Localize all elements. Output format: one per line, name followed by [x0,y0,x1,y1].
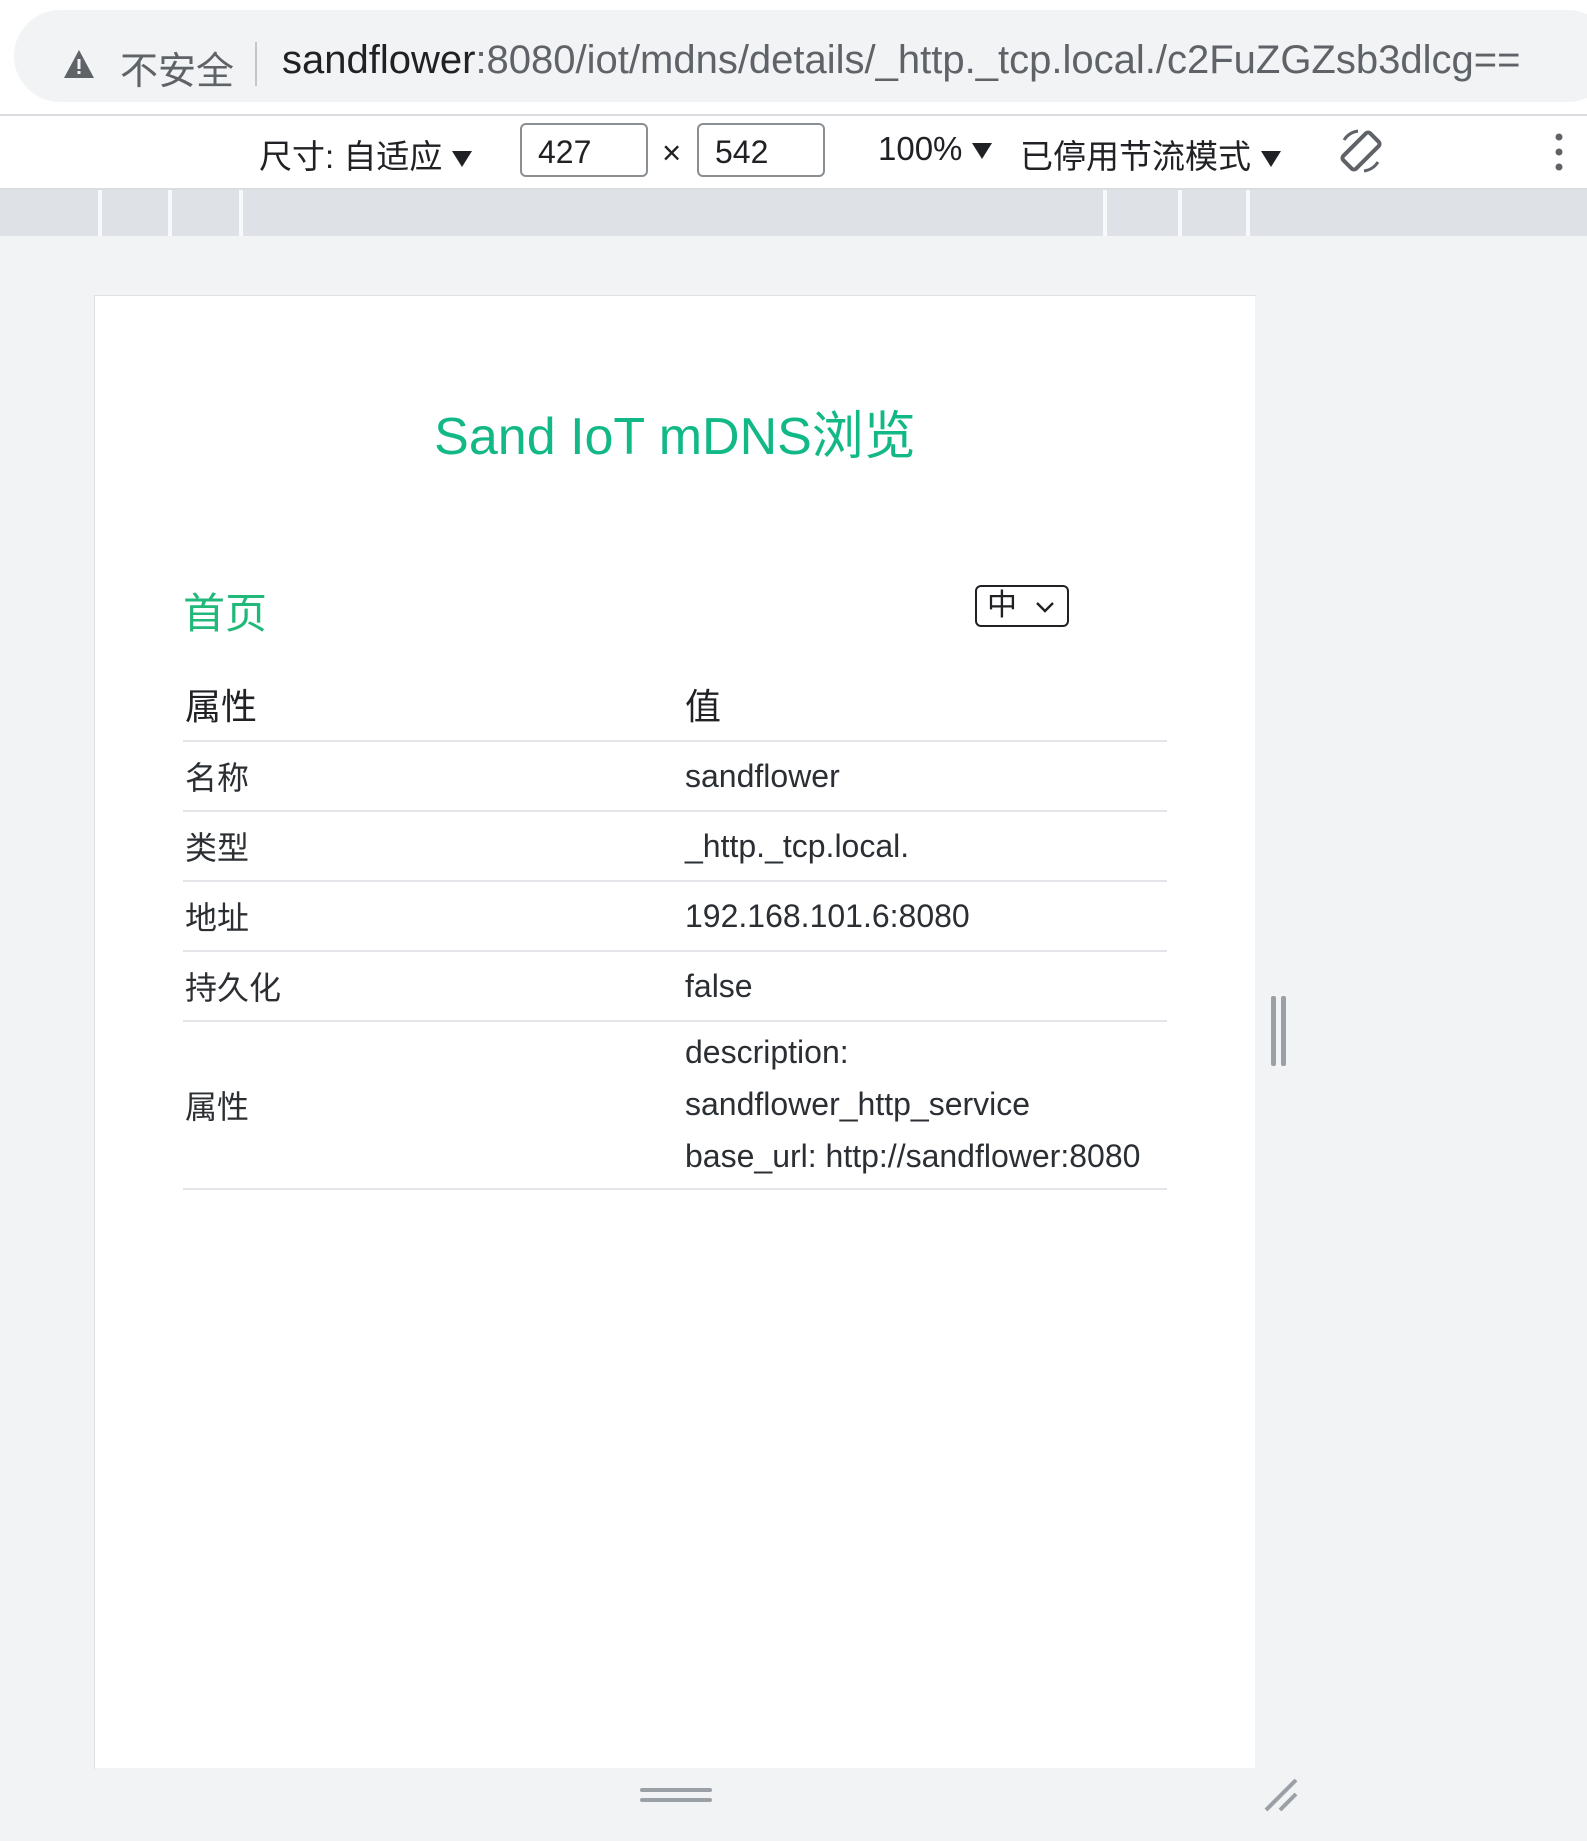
row-value: 192.168.101.6:8080 [675,881,1167,952]
zoom-dropdown[interactable]: 100% [878,130,993,168]
browser-address-bar: 不安全 sandflower:8080/iot/mdns/details/_ht… [0,0,1587,116]
url-path: :8080/iot/mdns/details/_http._tcp.local.… [475,38,1521,82]
language-value: 中 [987,589,1017,622]
url-text[interactable]: sandflower:8080/iot/mdns/details/_http._… [282,38,1520,83]
emulated-viewport: Sand IoT mDNS浏览 首页 中 属性 值 名称 sandflower … [95,296,1255,1768]
home-link[interactable]: 首页 [183,580,267,641]
row-key: 属性 [183,1021,675,1190]
dimensions-dropdown[interactable]: 尺寸: 自适应 [259,130,473,178]
throttling-dropdown[interactable]: 已停用节流模式 [1020,130,1281,178]
properties-value: description: sandflower_http_service bas… [675,1021,1167,1190]
row-key: 类型 [183,811,675,882]
ruler-divider [239,190,243,236]
row-key: 持久化 [183,951,675,1022]
ruler-divider [1103,190,1107,236]
table-row: 持久化 false [183,951,1167,1022]
grip-line [640,1798,712,1802]
ruler-divider [1246,190,1250,236]
caret-down-icon [972,143,993,160]
grip-line [1271,996,1276,1066]
table-row: 名称 sandflower [183,741,1167,812]
warning-icon[interactable] [62,48,96,80]
dimensions-label: 尺寸: 自适应 [259,138,443,175]
row-value: _http._tcp.local. [675,811,1167,882]
bottom-resize-handle[interactable] [95,1768,1307,1820]
more-icon[interactable] [1555,132,1563,172]
ruler-divider [1178,190,1182,236]
row-value: sandflower [675,741,1167,812]
zoom-label: 100% [878,130,963,167]
ruler-divider [98,190,102,236]
width-input[interactable]: 427 [520,123,648,177]
table-header-row: 属性 值 [183,668,1167,742]
throttling-label: 已停用节流模式 [1020,138,1251,175]
caret-down-icon [1261,151,1281,168]
row-value: false [675,951,1167,1022]
grip-line [1281,996,1286,1066]
device-toolbar: 尺寸: 自适应 427 × 542 100% 已停用节流模式 [0,116,1587,190]
divider [255,42,257,86]
property-line: description: [685,1034,849,1070]
height-input[interactable]: 542 [697,123,825,177]
chevron-down-icon [1036,602,1054,613]
language-select[interactable]: 中 [975,585,1069,627]
rotate-icon[interactable] [1336,126,1386,176]
details-table: 属性 值 名称 sandflower 类型 _http._tcp.local. … [183,668,1167,1190]
property-line: base_url: http://sandflower:8080 [685,1138,1141,1174]
ruler-divider [168,190,172,236]
grip-line [640,1788,712,1792]
table-row: 类型 _http._tcp.local. [183,811,1167,882]
column-header: 值 [675,668,1167,742]
resize-corner-icon[interactable] [1262,1776,1298,1812]
column-header: 属性 [183,668,675,742]
page-title: Sand IoT mDNS浏览 [434,408,916,466]
property-line: sandflower_http_service [685,1086,1031,1122]
security-label[interactable]: 不安全 [120,40,234,95]
media-query-bar[interactable] [0,190,1587,236]
url-host: sandflower [282,38,476,82]
row-key: 地址 [183,881,675,952]
right-resize-handle[interactable] [1255,296,1307,1768]
times-sign: × [662,134,682,171]
omnibox[interactable]: 不安全 sandflower:8080/iot/mdns/details/_ht… [14,10,1587,102]
row-key: 名称 [183,741,675,812]
table-row: 属性 description: sandflower_http_service … [183,1021,1167,1190]
caret-down-icon [452,151,473,168]
table-row: 地址 192.168.101.6:8080 [183,881,1167,952]
